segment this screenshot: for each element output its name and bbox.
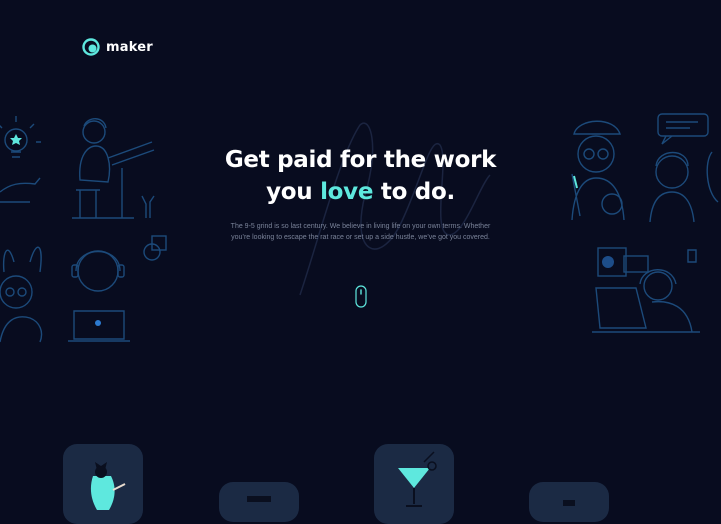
hero-subtitle: The 9-5 grind is so last century. We bel… [230, 223, 491, 241]
lightbulb-icon [0, 116, 41, 203]
category-card-fashion[interactable] [63, 444, 143, 524]
item-icon [563, 500, 575, 506]
category-card-2[interactable] [219, 482, 299, 522]
maker-logo-icon [82, 38, 100, 56]
illustration-bunny-girl [0, 232, 48, 347]
illustration-designer-tablet [592, 240, 702, 340]
brand-name: maker [106, 39, 153, 55]
illustration-shapes [142, 234, 172, 264]
mouse-scroll-icon[interactable] [355, 285, 367, 309]
cocktail-glass-icon [398, 451, 437, 507]
hero-title-accent: love [320, 179, 374, 205]
hero-title-post: to do. [373, 179, 455, 205]
hero-title-line1: Get paid for the work [224, 147, 497, 173]
fashion-figure-icon [90, 462, 126, 510]
illustration-artist-drafting [62, 110, 162, 225]
category-card-4[interactable] [529, 482, 609, 522]
illustration-painter [564, 112, 640, 222]
hero-title-pre: you [266, 179, 321, 205]
illustration-lightbulb-hand [0, 112, 50, 207]
illustration-man-chat [648, 112, 721, 224]
brand-logo[interactable]: maker [82, 38, 153, 56]
category-card-cocktail[interactable] [374, 444, 454, 524]
illustration-headphones-laptop [64, 235, 134, 345]
device-icon [247, 496, 271, 502]
